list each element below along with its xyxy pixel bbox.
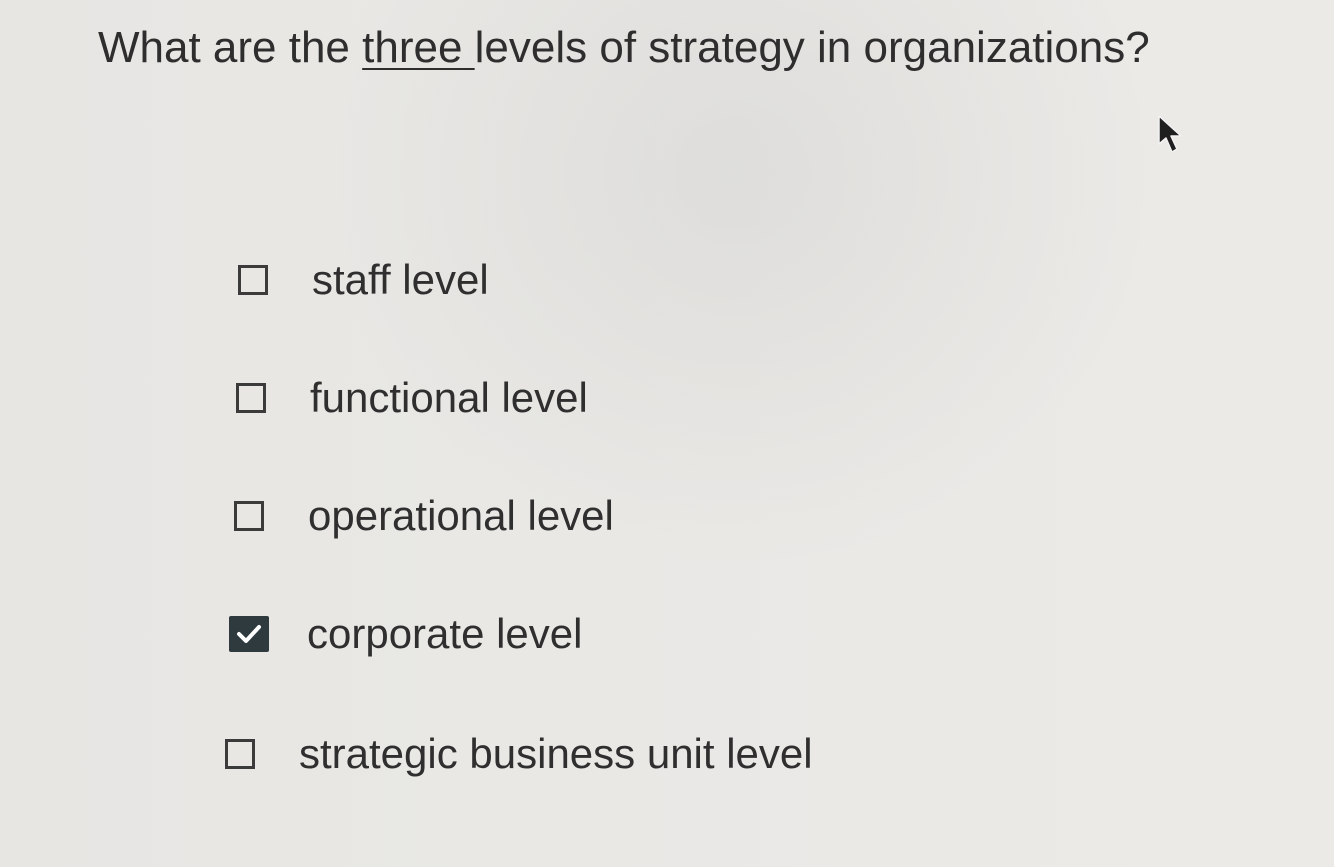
option-functional-level[interactable]: functional level: [236, 372, 588, 424]
option-strategic-business-unit-level[interactable]: strategic business unit level: [225, 728, 813, 780]
option-label: functional level: [310, 374, 588, 421]
option-staff-level[interactable]: staff level: [238, 254, 489, 306]
option-checkbox[interactable]: [236, 383, 266, 413]
option-checkbox[interactable]: [238, 265, 268, 295]
option-checkbox-checked[interactable]: [229, 616, 269, 652]
option-checkbox[interactable]: [225, 739, 255, 769]
quiz-page: What are the three levels of strategy in…: [0, 0, 1334, 867]
answer-options: staff level functional level operational…: [0, 0, 1334, 867]
checkmark-icon: [237, 625, 261, 643]
option-label: strategic business unit level: [299, 730, 813, 777]
option-checkbox[interactable]: [234, 501, 264, 531]
option-corporate-level[interactable]: corporate level: [229, 608, 582, 660]
option-operational-level[interactable]: operational level: [234, 490, 614, 542]
option-label: operational level: [308, 492, 614, 539]
option-label: staff level: [312, 256, 489, 303]
option-label: corporate level: [307, 610, 583, 657]
